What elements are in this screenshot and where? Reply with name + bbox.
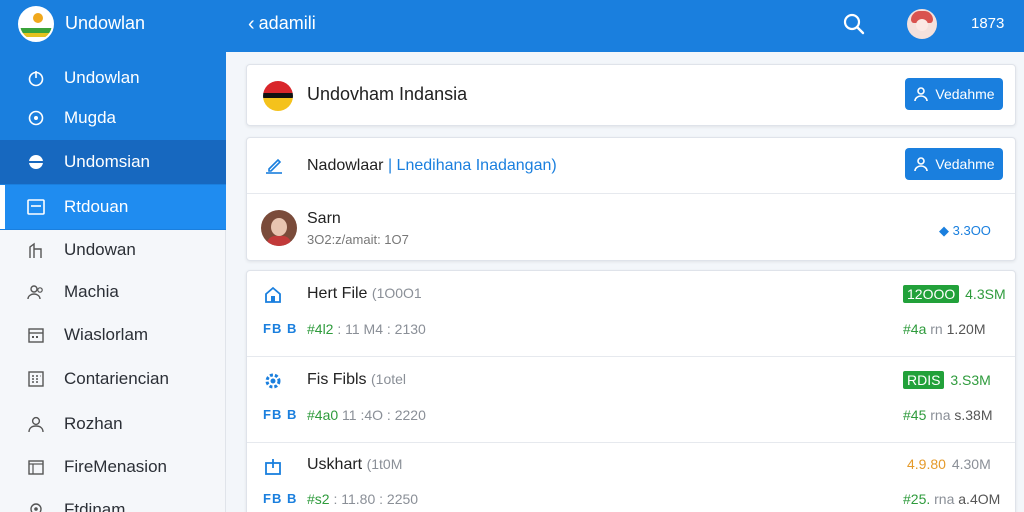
file-sub: #4a rn 1.20M	[903, 321, 986, 337]
sidebar-item-label: Mugda	[64, 108, 116, 127]
chevron-left-icon: ‹	[248, 12, 255, 35]
file-meta: #4a0 11 :4O : 2220	[307, 407, 426, 423]
power-icon	[26, 68, 46, 88]
organization-card: Undovham Indansia Vedahme	[246, 64, 1016, 126]
edit-icon[interactable]	[263, 154, 285, 176]
sidebar-item-wiaslorlam[interactable]: Wiaslorlam	[0, 313, 226, 357]
file-meta: #4l2 : 11 M4 : 2130	[307, 321, 426, 337]
card-icon	[26, 197, 46, 217]
sidebar: Undowlan Mugda Undomsian Rtdouan Undowan…	[0, 52, 226, 512]
divider	[247, 193, 1015, 194]
metadata-icon: FB B	[263, 321, 298, 336]
file-status: 12OOO 4.3SM	[903, 285, 1006, 303]
sidebar-item-undowlan[interactable]: Undowlan	[0, 56, 226, 100]
search-icon[interactable]	[842, 12, 866, 36]
sidebar-item-contariencian[interactable]: Contariencian	[0, 357, 226, 401]
user-avatar[interactable]	[261, 210, 297, 246]
view-button[interactable]: Vedahme	[905, 148, 1003, 180]
users-icon	[26, 282, 46, 302]
notification-count: 1873	[971, 15, 1005, 32]
user-icon	[914, 87, 929, 102]
settings-icon	[26, 108, 46, 128]
file-meta: #s2 : 11.80 : 2250	[307, 491, 419, 507]
file-size: 3.S3M	[950, 372, 991, 388]
sidebar-item-undomsian[interactable]: Undomsian	[0, 140, 226, 184]
status-badge: RDIS	[903, 371, 945, 389]
globe-icon	[26, 152, 46, 172]
status-value: 4.9.80	[907, 456, 946, 472]
list-item[interactable]: Fis Fibls (1otel FB B #4a0 11 :4O : 2220…	[247, 357, 1015, 442]
detail-card: Nadowlaar | Lnedihana Inadangan) Vedahme…	[246, 137, 1016, 261]
sidebar-item-label: Undowlan	[64, 68, 140, 87]
list-item[interactable]: Hert File (1O0O1 FB B #4l2 : 11 M4 : 213…	[247, 271, 1015, 356]
file-status: RDIS 3.S3M	[903, 371, 991, 389]
upload-icon	[265, 459, 281, 475]
sidebar-item-label: Rozhan	[64, 414, 123, 433]
home-icon	[265, 286, 281, 303]
sidebar-item-label: Machia	[64, 282, 119, 301]
metadata-icon: FB B	[263, 491, 298, 506]
detail-title-link[interactable]: | Lnedihana Inadangan)	[388, 157, 557, 174]
file-size: 4.3SM	[965, 286, 1006, 302]
file-list: Hert File (1O0O1 FB B #4l2 : 11 M4 : 213…	[246, 270, 1016, 512]
sidebar-item-label: Contariencian	[64, 369, 169, 388]
selection-indicator	[0, 185, 5, 229]
calendar-icon	[26, 325, 46, 345]
sidebar-item-label: Undomsian	[64, 152, 150, 171]
sidebar-item-label: Undowan	[64, 240, 136, 259]
file-name: Uskhart (1t0M	[307, 456, 403, 473]
app-title: Undowlan	[65, 13, 146, 33]
detail-title: Nadowlaar | Lnedihana Inadangan)	[307, 157, 557, 175]
list-item[interactable]: Uskhart (1t0M FB B #s2 : 11.80 : 2250 4.…	[247, 443, 1015, 512]
back-button[interactable]: ‹ adamili	[248, 13, 316, 34]
file-sub: #45 rna s.38M	[903, 407, 993, 423]
detail-title-main: Nadowlaar	[307, 157, 384, 174]
top-bar: Undowlan ‹ adamili 1873	[0, 0, 1024, 52]
user-value: ◆ 3.3OO	[939, 223, 991, 238]
sidebar-item-label: FireMenasion	[64, 457, 167, 476]
sidebar-item-firemenasion[interactable]: FireMenasion	[0, 445, 226, 489]
bullet-icon: ◆	[939, 223, 949, 238]
sidebar-item-rtdouan[interactable]: Rtdouan	[0, 185, 226, 229]
sidebar-item-undowan[interactable]: Undowan	[0, 228, 226, 272]
flag-icon	[263, 81, 293, 111]
file-name: Fis Fibls (1otel	[307, 371, 407, 388]
user-icon	[914, 157, 929, 172]
sidebar-item-label: Ftdinam	[64, 500, 126, 512]
user-meta: 3O2:z/amait: 1O7	[307, 232, 409, 247]
view-button[interactable]: Vedahme	[905, 78, 1003, 110]
sidebar-item-label: Wiaslorlam	[64, 325, 149, 344]
app-logo[interactable]	[18, 6, 54, 42]
view-button-label: Vedahme	[935, 156, 995, 172]
pin-icon	[26, 500, 46, 512]
sidebar-item-ftdinam[interactable]: Ftdinam	[0, 488, 226, 512]
user-name: Sarn	[307, 210, 341, 227]
file-size: 4.30M	[951, 456, 991, 472]
back-label: adamili	[258, 13, 316, 33]
sidebar-item-label: Rtdouan	[64, 197, 129, 216]
grid-icon	[26, 369, 46, 389]
user-avatar[interactable]	[907, 9, 937, 39]
sidebar-item-rozhan[interactable]: Rozhan	[0, 402, 226, 446]
file-sub: #25. rna a.4OM	[903, 491, 1001, 507]
user-icon	[26, 414, 46, 434]
folder-icon	[26, 457, 46, 477]
metadata-icon: FB B	[263, 407, 298, 422]
organization-title: Undovham Indansia	[307, 84, 468, 104]
sidebar-item-mugda[interactable]: Mugda	[0, 96, 226, 140]
view-button-label: Vedahme	[935, 86, 995, 102]
building-icon	[26, 240, 46, 260]
file-name: Hert File (1O0O1	[307, 285, 422, 302]
file-status: 4.9.80 4.30M	[907, 456, 991, 472]
status-badge: 12OOO	[903, 285, 960, 303]
gear-icon	[265, 373, 281, 389]
sidebar-item-machia[interactable]: Machia	[0, 270, 226, 314]
